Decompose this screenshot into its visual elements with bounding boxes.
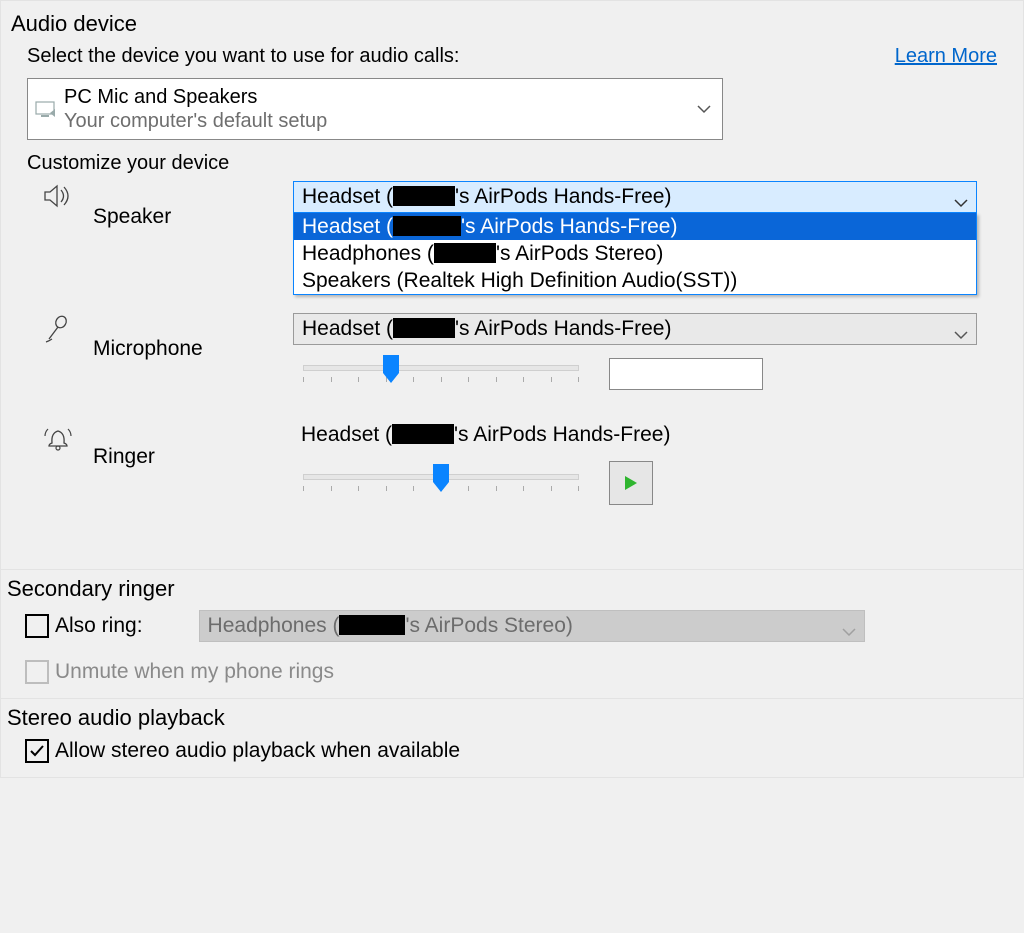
speaker-select[interactable]: Headset ('s AirPods Hands-Free): [293, 181, 977, 213]
unmute-checkbox: [25, 660, 49, 684]
device-icon: [28, 99, 64, 119]
audio-device-name: PC Mic and Speakers: [64, 85, 686, 109]
learn-more-link[interactable]: Learn More: [895, 45, 997, 68]
chevron-down-icon: [686, 98, 722, 121]
microphone-level-slider[interactable]: [303, 357, 579, 391]
secondary-ringer-select: Headphones ('s AirPods Stereo): [199, 610, 865, 642]
speaker-option[interactable]: Headphones ('s AirPods Stereo): [294, 240, 976, 267]
ringer-icon: [43, 421, 93, 457]
ringer-level-slider[interactable]: [303, 466, 579, 500]
microphone-select[interactable]: Headset ('s AirPods Hands-Free): [293, 313, 977, 345]
speaker-icon: [43, 181, 93, 215]
secondary-ringer-heading: Secondary ringer: [7, 576, 1017, 602]
stereo-heading: Stereo audio playback: [7, 705, 1017, 731]
microphone-level-readout: [609, 358, 763, 390]
speaker-dropdown: Headset ('s AirPods Hands-Free) Headphon…: [293, 213, 977, 295]
speaker-option[interactable]: Headset ('s AirPods Hands-Free): [294, 213, 976, 240]
customize-heading: Customize your device: [27, 152, 1017, 175]
also-ring-checkbox[interactable]: [25, 614, 49, 638]
allow-stereo-checkbox[interactable]: [25, 739, 49, 763]
speaker-value: Headset ('s AirPods Hands-Free): [302, 185, 671, 208]
microphone-label: Microphone: [93, 313, 293, 361]
ringer-value: Headset ('s AirPods Hands-Free): [293, 421, 977, 449]
chevron-down-icon: [842, 617, 856, 647]
microphone-icon: [43, 313, 93, 351]
microphone-value: Headset ('s AirPods Hands-Free): [302, 317, 671, 340]
audio-device-heading: Audio device: [11, 11, 1017, 37]
play-icon: [624, 475, 638, 491]
play-ringer-button[interactable]: [609, 461, 653, 505]
speaker-option[interactable]: Speakers (Realtek High Definition Audio(…: [294, 267, 976, 294]
also-ring-label: Also ring:: [55, 614, 143, 638]
secondary-ringer-value: Headphones ('s AirPods Stereo): [208, 614, 573, 637]
chevron-down-icon: [954, 188, 968, 218]
audio-device-desc: Your computer's default setup: [64, 109, 686, 133]
audio-device-select[interactable]: PC Mic and Speakers Your computer's defa…: [27, 78, 723, 140]
chevron-down-icon: [954, 320, 968, 350]
ringer-label: Ringer: [93, 421, 293, 469]
unmute-label: Unmute when my phone rings: [55, 660, 334, 684]
allow-stereo-label: Allow stereo audio playback when availab…: [55, 739, 460, 763]
audio-device-prompt: Select the device you want to use for au…: [27, 45, 459, 68]
speaker-label: Speaker: [93, 181, 293, 229]
